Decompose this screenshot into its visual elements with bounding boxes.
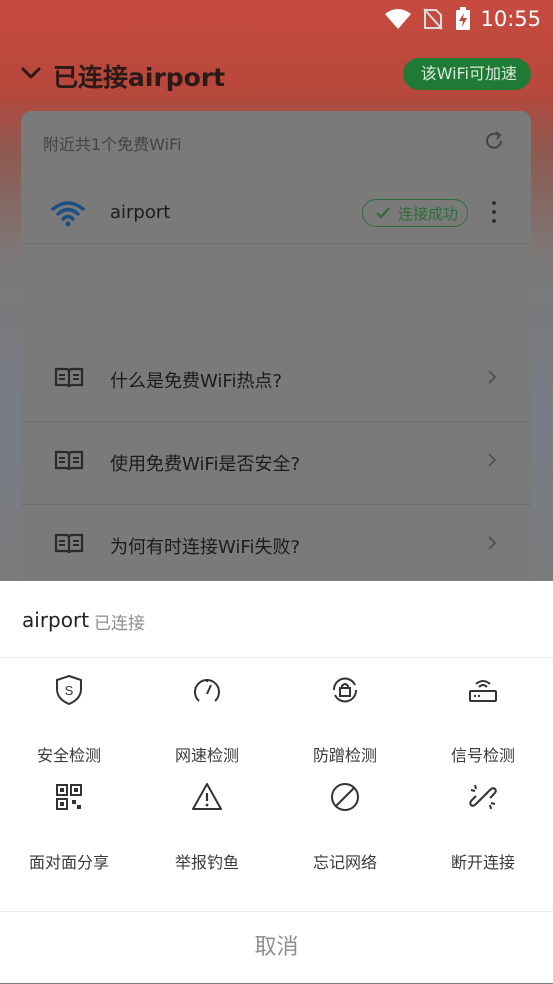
speedometer-icon xyxy=(194,679,220,702)
svg-text:S: S xyxy=(65,683,74,698)
no-sim-icon xyxy=(423,8,443,30)
faq-item[interactable]: 为何有时连接WiFi失败? xyxy=(21,505,531,587)
report-phishing-button[interactable]: 举报钓鱼 xyxy=(138,765,276,872)
wifi-network-row[interactable]: airport 连接成功 xyxy=(21,185,531,244)
sheet-header: airport 已连接 xyxy=(0,581,553,658)
chevron-right-icon xyxy=(488,370,497,384)
more-vertical-icon[interactable] xyxy=(492,201,496,223)
action-label: 安全检测 xyxy=(36,746,101,765)
chevron-down-icon[interactable] xyxy=(20,62,42,84)
forget-network-button[interactable]: 忘记网络 xyxy=(276,765,414,872)
wifi-list-card: 附近共1个免费WiFi airport 连接成功 什么是免费WiFi热点? 使用… xyxy=(21,111,531,591)
book-icon xyxy=(54,367,84,388)
action-label: 网速检测 xyxy=(174,746,239,765)
signal-check-button[interactable]: 信号检测 xyxy=(414,658,552,765)
action-label: 断开连接 xyxy=(450,853,515,872)
refresh-icon[interactable] xyxy=(483,130,505,152)
action-label: 信号检测 xyxy=(450,746,515,765)
sheet-ssid: airport xyxy=(22,608,90,632)
cancel-button[interactable]: 取消 xyxy=(0,911,553,984)
speed-up-button[interactable]: 该WiFi可加速 xyxy=(402,58,531,90)
faq-question: 使用免费WiFi是否安全? xyxy=(110,454,301,475)
anti-leech-check-button[interactable]: 防蹭检测 xyxy=(276,658,414,765)
nearby-wifi-count: 附近共1个免费WiFi xyxy=(43,135,182,154)
faq-item[interactable]: 使用免费WiFi是否安全? xyxy=(21,422,531,505)
chevron-right-icon xyxy=(488,453,497,467)
status-icons xyxy=(385,7,471,31)
router-icon xyxy=(469,680,497,702)
sheet-connection-state: 已连接 xyxy=(94,614,145,634)
chevron-right-icon xyxy=(488,536,497,550)
disconnect-button[interactable]: 断开连接 xyxy=(414,765,552,872)
speed-test-button[interactable]: 网速检测 xyxy=(138,658,276,765)
battery-charging-icon xyxy=(456,7,470,30)
faq-item[interactable]: 什么是免费WiFi热点? xyxy=(21,339,531,422)
action-label: 面对面分享 xyxy=(28,853,109,872)
shield-s-icon: S xyxy=(56,674,82,706)
forbidden-icon xyxy=(331,783,359,811)
face-to-face-share-button[interactable]: 面对面分享 xyxy=(0,765,138,872)
bottom-sheet: airport 已连接 S 安全检测 网速检测 防蹭检测 信号检测 面对面分享 … xyxy=(0,581,553,983)
action-grid: S 安全检测 网速检测 防蹭检测 信号检测 面对面分享 举报钓鱼 忘记网络 断开… xyxy=(0,658,553,910)
action-label: 举报钓鱼 xyxy=(174,853,239,872)
faq-question: 为何有时连接WiFi失败? xyxy=(110,537,301,558)
lock-refresh-icon xyxy=(332,677,358,703)
wifi-icon xyxy=(385,9,411,29)
page-title: 已连接airport xyxy=(53,63,226,92)
security-check-button[interactable]: S 安全检测 xyxy=(0,658,138,765)
action-label: 忘记网络 xyxy=(312,853,377,872)
qr-code-icon xyxy=(56,784,82,810)
connection-status-badge: 连接成功 xyxy=(362,199,468,227)
connection-status-label: 连接成功 xyxy=(398,205,459,223)
action-label: 防蹭检测 xyxy=(312,746,377,765)
broken-link-icon xyxy=(469,784,497,810)
wifi-name: airport xyxy=(110,202,171,223)
book-icon xyxy=(54,450,84,471)
wifi-signal-icon xyxy=(51,201,85,227)
app-header: 已连接airport 该WiFi可加速 xyxy=(0,52,553,98)
checkmark-icon xyxy=(376,207,390,219)
status-time: 10:55 xyxy=(480,7,541,31)
faq-question: 什么是免费WiFi热点? xyxy=(110,371,283,392)
book-icon xyxy=(54,533,84,554)
status-bar: 10:55 xyxy=(0,0,553,38)
warning-icon xyxy=(192,783,222,810)
